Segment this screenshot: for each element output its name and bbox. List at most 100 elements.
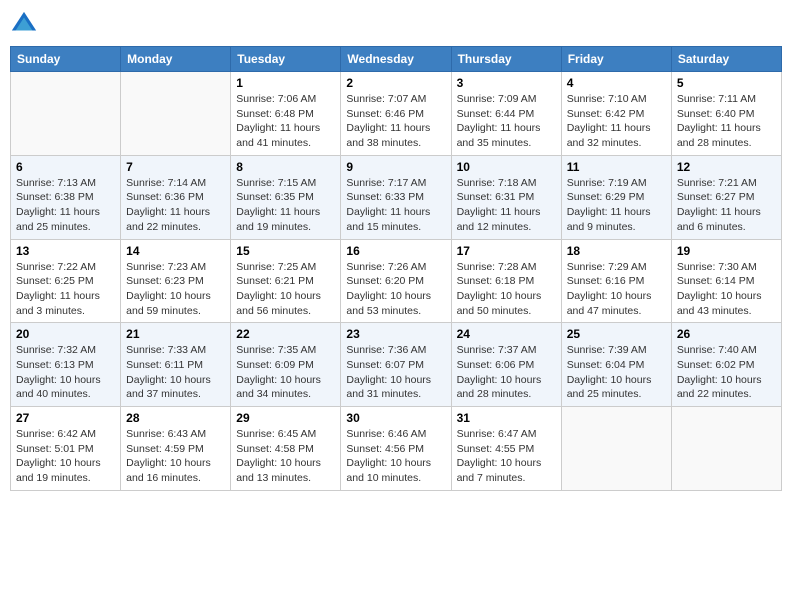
calendar-week-2: 6 Sunrise: 7:13 AM Sunset: 6:38 PM Daylig… <box>11 155 782 239</box>
day-info: Sunrise: 7:13 AM Sunset: 6:38 PM Dayligh… <box>16 176 115 235</box>
day-info: Sunrise: 7:40 AM Sunset: 6:02 PM Dayligh… <box>677 343 776 402</box>
day-info: Sunrise: 7:07 AM Sunset: 6:46 PM Dayligh… <box>346 92 445 151</box>
day-number: 10 <box>457 160 556 174</box>
calendar-cell <box>671 407 781 491</box>
day-number: 24 <box>457 327 556 341</box>
day-number: 27 <box>16 411 115 425</box>
day-number: 5 <box>677 76 776 90</box>
day-number: 12 <box>677 160 776 174</box>
day-number: 30 <box>346 411 445 425</box>
calendar-cell: 26 Sunrise: 7:40 AM Sunset: 6:02 PM Dayli… <box>671 323 781 407</box>
calendar-cell: 24 Sunrise: 7:37 AM Sunset: 6:06 PM Dayli… <box>451 323 561 407</box>
calendar-cell: 29 Sunrise: 6:45 AM Sunset: 4:58 PM Dayli… <box>231 407 341 491</box>
calendar-cell: 27 Sunrise: 6:42 AM Sunset: 5:01 PM Dayli… <box>11 407 121 491</box>
logo-icon <box>10 10 38 38</box>
weekday-header-sunday: Sunday <box>11 47 121 72</box>
day-info: Sunrise: 7:37 AM Sunset: 6:06 PM Dayligh… <box>457 343 556 402</box>
weekday-header-row: SundayMondayTuesdayWednesdayThursdayFrid… <box>11 47 782 72</box>
day-info: Sunrise: 6:46 AM Sunset: 4:56 PM Dayligh… <box>346 427 445 486</box>
calendar-cell: 6 Sunrise: 7:13 AM Sunset: 6:38 PM Daylig… <box>11 155 121 239</box>
calendar-cell: 4Sunrise: 7:10 AM Sunset: 6:42 PM Daylig… <box>561 72 671 156</box>
calendar-cell: 2 Sunrise: 7:07 AM Sunset: 6:46 PM Daylig… <box>341 72 451 156</box>
calendar-cell: 28Sunrise: 6:43 AM Sunset: 4:59 PM Dayli… <box>121 407 231 491</box>
calendar-cell: 31Sunrise: 6:47 AM Sunset: 4:55 PM Dayli… <box>451 407 561 491</box>
weekday-header-wednesday: Wednesday <box>341 47 451 72</box>
day-info: Sunrise: 7:25 AM Sunset: 6:21 PM Dayligh… <box>236 260 335 319</box>
day-number: 9 <box>346 160 445 174</box>
day-number: 26 <box>677 327 776 341</box>
day-info: Sunrise: 6:43 AM Sunset: 4:59 PM Dayligh… <box>126 427 225 486</box>
day-info: Sunrise: 7:35 AM Sunset: 6:09 PM Dayligh… <box>236 343 335 402</box>
day-info: Sunrise: 6:42 AM Sunset: 5:01 PM Dayligh… <box>16 427 115 486</box>
day-info: Sunrise: 7:23 AM Sunset: 6:23 PM Dayligh… <box>126 260 225 319</box>
day-info: Sunrise: 7:10 AM Sunset: 6:42 PM Dayligh… <box>567 92 666 151</box>
day-info: Sunrise: 7:21 AM Sunset: 6:27 PM Dayligh… <box>677 176 776 235</box>
day-number: 3 <box>457 76 556 90</box>
day-number: 23 <box>346 327 445 341</box>
day-info: Sunrise: 7:19 AM Sunset: 6:29 PM Dayligh… <box>567 176 666 235</box>
calendar-cell: 12 Sunrise: 7:21 AM Sunset: 6:27 PM Dayli… <box>671 155 781 239</box>
calendar-cell: 7 Sunrise: 7:14 AM Sunset: 6:36 PM Daylig… <box>121 155 231 239</box>
day-info: Sunrise: 7:30 AM Sunset: 6:14 PM Dayligh… <box>677 260 776 319</box>
calendar-cell: 20Sunrise: 7:32 AM Sunset: 6:13 PM Dayli… <box>11 323 121 407</box>
day-info: Sunrise: 7:06 AM Sunset: 6:48 PM Dayligh… <box>236 92 335 151</box>
day-number: 7 <box>126 160 225 174</box>
calendar-cell <box>11 72 121 156</box>
calendar-cell: 14 Sunrise: 7:23 AM Sunset: 6:23 PM Dayli… <box>121 239 231 323</box>
day-number: 19 <box>677 244 776 258</box>
calendar-cell: 21Sunrise: 7:33 AM Sunset: 6:11 PM Dayli… <box>121 323 231 407</box>
calendar-cell: 8 Sunrise: 7:15 AM Sunset: 6:35 PM Daylig… <box>231 155 341 239</box>
day-number: 1 <box>236 76 335 90</box>
logo <box>10 10 42 38</box>
calendar-cell: 15 Sunrise: 7:25 AM Sunset: 6:21 PM Dayli… <box>231 239 341 323</box>
day-number: 2 <box>346 76 445 90</box>
calendar-table: SundayMondayTuesdayWednesdayThursdayFrid… <box>10 46 782 491</box>
calendar-cell <box>121 72 231 156</box>
day-info: Sunrise: 7:39 AM Sunset: 6:04 PM Dayligh… <box>567 343 666 402</box>
calendar-cell: 18 Sunrise: 7:29 AM Sunset: 6:16 PM Dayli… <box>561 239 671 323</box>
day-info: Sunrise: 7:09 AM Sunset: 6:44 PM Dayligh… <box>457 92 556 151</box>
calendar-cell: 5Sunrise: 7:11 AM Sunset: 6:40 PM Daylig… <box>671 72 781 156</box>
day-info: Sunrise: 7:17 AM Sunset: 6:33 PM Dayligh… <box>346 176 445 235</box>
weekday-header-friday: Friday <box>561 47 671 72</box>
day-info: Sunrise: 6:47 AM Sunset: 4:55 PM Dayligh… <box>457 427 556 486</box>
day-number: 13 <box>16 244 115 258</box>
day-number: 29 <box>236 411 335 425</box>
day-info: Sunrise: 7:36 AM Sunset: 6:07 PM Dayligh… <box>346 343 445 402</box>
page-header <box>10 10 782 38</box>
day-number: 6 <box>16 160 115 174</box>
day-number: 15 <box>236 244 335 258</box>
calendar-cell <box>561 407 671 491</box>
day-number: 16 <box>346 244 445 258</box>
day-info: Sunrise: 7:15 AM Sunset: 6:35 PM Dayligh… <box>236 176 335 235</box>
day-number: 18 <box>567 244 666 258</box>
calendar-cell: 11 Sunrise: 7:19 AM Sunset: 6:29 PM Dayli… <box>561 155 671 239</box>
day-info: Sunrise: 7:22 AM Sunset: 6:25 PM Dayligh… <box>16 260 115 319</box>
day-number: 14 <box>126 244 225 258</box>
day-number: 8 <box>236 160 335 174</box>
calendar-cell: 10 Sunrise: 7:18 AM Sunset: 6:31 PM Dayli… <box>451 155 561 239</box>
calendar-cell: 30 Sunrise: 6:46 AM Sunset: 4:56 PM Dayli… <box>341 407 451 491</box>
day-info: Sunrise: 7:14 AM Sunset: 6:36 PM Dayligh… <box>126 176 225 235</box>
calendar-week-3: 13 Sunrise: 7:22 AM Sunset: 6:25 PM Dayli… <box>11 239 782 323</box>
calendar-week-5: 27 Sunrise: 6:42 AM Sunset: 5:01 PM Dayli… <box>11 407 782 491</box>
day-info: Sunrise: 6:45 AM Sunset: 4:58 PM Dayligh… <box>236 427 335 486</box>
day-number: 21 <box>126 327 225 341</box>
day-number: 22 <box>236 327 335 341</box>
day-info: Sunrise: 7:26 AM Sunset: 6:20 PM Dayligh… <box>346 260 445 319</box>
calendar-cell: 25 Sunrise: 7:39 AM Sunset: 6:04 PM Dayli… <box>561 323 671 407</box>
calendar-cell: 16 Sunrise: 7:26 AM Sunset: 6:20 PM Dayli… <box>341 239 451 323</box>
calendar-cell: 17Sunrise: 7:28 AM Sunset: 6:18 PM Dayli… <box>451 239 561 323</box>
day-info: Sunrise: 7:28 AM Sunset: 6:18 PM Dayligh… <box>457 260 556 319</box>
calendar-cell: 19 Sunrise: 7:30 AM Sunset: 6:14 PM Dayli… <box>671 239 781 323</box>
calendar-cell: 1 Sunrise: 7:06 AM Sunset: 6:48 PM Daylig… <box>231 72 341 156</box>
calendar-week-4: 20Sunrise: 7:32 AM Sunset: 6:13 PM Dayli… <box>11 323 782 407</box>
calendar-cell: 23 Sunrise: 7:36 AM Sunset: 6:07 PM Dayli… <box>341 323 451 407</box>
calendar-cell: 22 Sunrise: 7:35 AM Sunset: 6:09 PM Dayli… <box>231 323 341 407</box>
day-number: 25 <box>567 327 666 341</box>
calendar-cell: 13 Sunrise: 7:22 AM Sunset: 6:25 PM Dayli… <box>11 239 121 323</box>
day-info: Sunrise: 7:18 AM Sunset: 6:31 PM Dayligh… <box>457 176 556 235</box>
day-info: Sunrise: 7:29 AM Sunset: 6:16 PM Dayligh… <box>567 260 666 319</box>
weekday-header-tuesday: Tuesday <box>231 47 341 72</box>
day-number: 11 <box>567 160 666 174</box>
